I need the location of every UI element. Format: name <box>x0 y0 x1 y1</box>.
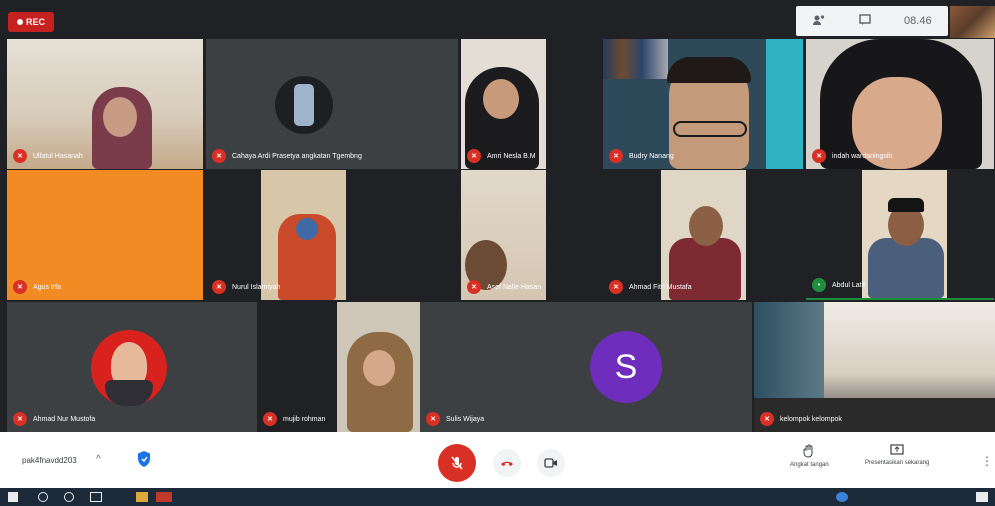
participant-name: Agus Irfa <box>33 283 62 291</box>
mic-off-icon: ✕ <box>212 280 226 294</box>
participant-face <box>296 218 318 240</box>
mic-off-icon: ✕ <box>812 149 826 163</box>
control-bar: pak4fnavdd203 ^ Angkat tangan Presentasi… <box>0 432 995 488</box>
participant-cap <box>888 198 924 212</box>
participant-name: kelompok kelompok <box>780 415 842 423</box>
participant-tile[interactable]: ✕ Agus Irfa <box>7 170 203 300</box>
mic-off-icon: ✕ <box>13 149 27 163</box>
shield-icon[interactable] <box>136 450 152 468</box>
participant-name: Ulfatul Hasanah <box>33 152 83 160</box>
participant-name: Budry Nanang <box>629 152 674 160</box>
participant-face <box>363 350 395 386</box>
participant-tile[interactable]: ✕ Budry Nanang <box>603 39 803 169</box>
raise-hand-button[interactable]: Angkat tangan <box>790 444 829 468</box>
present-now-button[interactable]: Presentasikan sekarang <box>865 444 929 466</box>
recording-label: REC <box>25 17 45 27</box>
participant-tile[interactable]: S ✕ Sulis Wijaya <box>420 302 752 432</box>
participant-tile[interactable]: ✕ mujib rohman <box>257 302 420 432</box>
video-camera-icon <box>544 458 557 468</box>
file-explorer-icon[interactable] <box>136 492 148 502</box>
participant-tile[interactable]: ✕ Asef Nalle Hasan <box>461 170 603 300</box>
participant-tile[interactable]: ✕ Ahmad Fitri Mustafa <box>603 170 803 300</box>
os-taskbar <box>0 488 995 506</box>
participant-name: Ahmad Nur Mustofa <box>33 415 96 423</box>
top-bar: REC 08.46 <box>0 0 995 38</box>
start-button-icon[interactable] <box>8 492 18 502</box>
self-view-thumbnail[interactable] <box>950 6 995 38</box>
participant-tile[interactable]: ✕ indah wardaningsih <box>806 39 994 169</box>
participant-face <box>689 206 723 246</box>
top-right-panel: 08.46 <box>796 6 948 36</box>
present-screen-icon <box>890 444 904 455</box>
participant-hair <box>667 57 751 83</box>
meeting-code[interactable]: pak4fnavdd203 <box>22 456 77 465</box>
participant-tile[interactable]: ✕ kelompok kelompok <box>754 302 995 432</box>
mic-off-icon: ✕ <box>212 149 226 163</box>
leave-call-button[interactable] <box>493 449 521 477</box>
mic-off-icon <box>451 456 463 470</box>
mic-off-icon: ✕ <box>467 280 481 294</box>
people-icon[interactable] <box>812 14 826 29</box>
glasses <box>673 121 747 137</box>
participant-name: Ahmad Fitri Mustafa <box>629 283 692 291</box>
participant-tile[interactable]: ✕ Ulfatul Hasanah <box>7 39 203 169</box>
participant-name: Cahaya Ardi Prasetya angkatan Tgembng <box>232 152 362 160</box>
bookshelf <box>603 39 668 79</box>
participant-face <box>103 97 137 137</box>
mic-off-icon: ✕ <box>13 412 27 426</box>
chrome-icon[interactable] <box>156 492 172 502</box>
mic-toggle-button[interactable] <box>438 444 476 482</box>
speaking-icon: • <box>812 278 826 292</box>
participant-tile[interactable]: ✕ Nurul Islamiyah <box>206 170 458 300</box>
network-icon[interactable] <box>836 492 848 502</box>
participant-tile[interactable]: ✕ Amri Nesla B.M <box>461 39 603 169</box>
participant-name: Nurul Islamiyah <box>232 283 281 291</box>
camera-toggle-button[interactable] <box>537 449 565 477</box>
participant-name: mujib rohman <box>283 415 326 423</box>
task-view-icon[interactable] <box>90 492 102 502</box>
participant-tile[interactable]: • Abdul Latif <box>806 170 994 300</box>
notification-icon[interactable] <box>976 492 988 502</box>
mic-off-icon: ✕ <box>609 280 623 294</box>
more-options-icon[interactable]: ⋮ <box>981 454 993 468</box>
cortana-icon[interactable] <box>64 492 74 502</box>
chat-icon[interactable] <box>859 13 871 29</box>
participant-name: Asef Nalle Hasan <box>487 283 542 291</box>
mic-off-icon: ✕ <box>467 149 481 163</box>
record-dot-icon <box>16 19 23 25</box>
participant-name: Abdul Latif <box>832 281 866 289</box>
mic-off-icon: ✕ <box>13 280 27 294</box>
participant-tile[interactable]: ✕ Cahaya Ardi Prasetya angkatan Tgembng <box>206 39 458 169</box>
participant-figure <box>868 238 944 298</box>
avatar-figure <box>294 84 314 126</box>
participant-face <box>483 79 519 119</box>
chevron-up-icon[interactable]: ^ <box>96 454 101 465</box>
wall-background <box>766 39 803 169</box>
mic-off-icon: ✕ <box>263 412 277 426</box>
participant-name: indah wardaningsih <box>832 152 893 160</box>
recording-badge: REC <box>8 12 54 32</box>
participant-tile[interactable]: ✕ Ahmad Nur Mustofa <box>7 302 257 432</box>
search-icon[interactable] <box>38 492 48 502</box>
phone-hangup-icon <box>501 461 513 466</box>
participant-name: Amri Nesla B.M <box>487 152 536 160</box>
raise-hand-label: Angkat tangan <box>790 462 829 468</box>
participant-avatar: S <box>590 331 662 403</box>
mic-off-icon: ✕ <box>609 149 623 163</box>
present-now-label: Presentasikan sekarang <box>865 460 930 466</box>
participant-name: Sulis Wijaya <box>446 415 485 423</box>
mic-off-icon: ✕ <box>760 412 774 426</box>
mic-off-icon: ✕ <box>426 412 440 426</box>
clock-time: 08.46 <box>904 15 932 27</box>
hand-icon <box>803 444 813 458</box>
avatar-suit <box>105 380 153 406</box>
